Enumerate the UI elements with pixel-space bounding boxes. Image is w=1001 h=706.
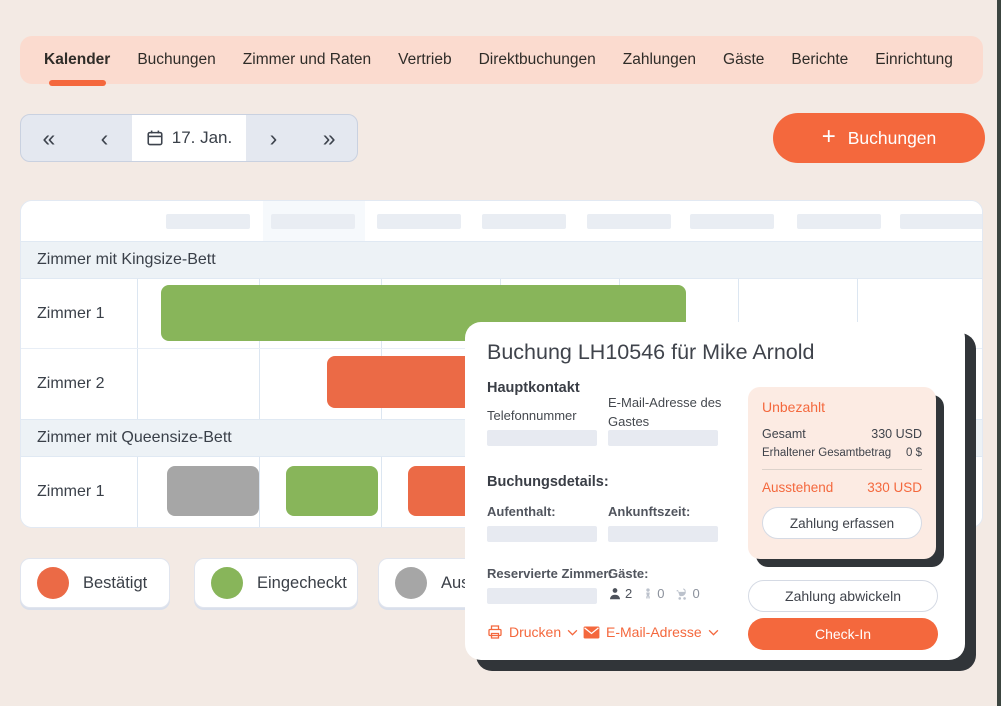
rooms-value-placeholder — [487, 588, 597, 604]
total-row: Gesamt 330 USD — [762, 427, 922, 441]
date-placeholder — [271, 214, 355, 229]
room-label: Zimmer 1 — [37, 483, 105, 500]
tab-gaeste[interactable]: Gäste — [723, 51, 764, 69]
prev-day-button[interactable]: ‹ — [77, 115, 133, 161]
booking-bar-checked-out[interactable] — [167, 466, 259, 516]
legend-item-confirmed: Bestätigt — [20, 558, 170, 608]
next-day-button[interactable]: › — [246, 115, 302, 161]
received-row: Erhaltener Gesamtbetrag 0 $ — [762, 447, 922, 459]
tab-label: Kalender — [44, 51, 111, 68]
reserved-rooms-label: Reservierte Zimmer: — [487, 566, 613, 581]
screen-edge-strip — [997, 0, 1001, 706]
room-label: Zimmer 1 — [37, 304, 105, 322]
infant-count: 0 — [692, 586, 700, 601]
date-placeholder — [587, 214, 671, 229]
arrival-value-placeholder — [608, 526, 718, 542]
outstanding-row: Ausstehend 330 USD — [762, 480, 922, 495]
date-placeholder — [166, 214, 250, 229]
adult-icon — [608, 587, 622, 601]
email-dropdown-label: E-Mail-Adresse — [606, 624, 702, 640]
plus-icon: + — [821, 123, 836, 150]
arrival-time-label: Ankunftszeit: — [608, 504, 691, 519]
date-placeholder — [690, 214, 774, 229]
date-placeholder — [900, 214, 982, 229]
outstanding-value: 330 USD — [867, 480, 922, 495]
envelope-icon — [583, 625, 600, 639]
tab-einrichtung[interactable]: Einrichtung — [875, 51, 953, 69]
add-booking-button[interactable]: + Buchungen — [773, 113, 985, 163]
record-payment-button[interactable]: Zahlung erfassen — [762, 507, 922, 539]
legend-label: Bestätigt — [83, 573, 148, 592]
room-group-kingsize: Zimmer mit Kingsize-Bett — [21, 241, 982, 279]
phone-value-placeholder — [487, 430, 597, 446]
grid-date-header — [21, 201, 982, 241]
checked-out-color-dot — [395, 567, 427, 599]
email-value-placeholder — [608, 430, 718, 446]
email-dropdown[interactable]: E-Mail-Adresse — [583, 624, 719, 640]
app-window: Kalender Buchungen Zimmer und Raten Vert… — [0, 0, 1001, 706]
total-value: 330 USD — [871, 427, 922, 441]
date-placeholder — [377, 214, 461, 229]
booking-bar-checked-in[interactable] — [286, 466, 378, 516]
adult-guests: 2 — [608, 586, 632, 601]
date-navigation: « ‹ 17. Jan. › » — [20, 114, 358, 162]
legend-label: Eingecheckt — [257, 573, 347, 592]
printer-icon — [487, 624, 503, 640]
infant-guests: 0 — [674, 586, 700, 601]
main-contact-heading: Hauptkontakt — [487, 380, 580, 396]
adult-count: 2 — [625, 586, 633, 601]
outstanding-label: Ausstehend — [762, 480, 834, 495]
legend-item-checked-in: Eingecheckt — [194, 558, 358, 608]
add-booking-label: Buchungen — [847, 127, 937, 148]
print-dropdown[interactable]: Drucken — [487, 624, 578, 640]
jump-first-button[interactable]: « — [21, 115, 77, 161]
date-picker[interactable]: 17. Jan. — [132, 115, 246, 161]
total-label: Gesamt — [762, 427, 806, 441]
received-value: 0 $ — [906, 447, 922, 459]
date-placeholder — [482, 214, 566, 229]
active-tab-underline — [48, 80, 106, 86]
jump-last-button[interactable]: » — [301, 115, 357, 161]
top-navigation: Kalender Buchungen Zimmer und Raten Vert… — [20, 36, 983, 86]
guests-label: Gäste: — [608, 566, 649, 581]
phone-label: Telefonnummer — [487, 408, 577, 423]
tab-direktbuchungen[interactable]: Direktbuchungen — [479, 51, 596, 69]
tab-zimmer-und-raten[interactable]: Zimmer und Raten — [243, 51, 371, 69]
checked-in-color-dot — [211, 567, 243, 599]
child-count: 0 — [657, 586, 665, 601]
payment-summary-card: Unbezahlt Gesamt 330 USD Erhaltener Gesa… — [748, 387, 936, 559]
print-label: Drucken — [509, 624, 562, 640]
child-icon — [642, 587, 654, 600]
tab-buchungen[interactable]: Buchungen — [137, 51, 215, 69]
tab-kalender[interactable]: Kalender — [44, 51, 111, 86]
child-guests: 0 — [642, 586, 664, 601]
process-payment-button[interactable]: Zahlung abwickeln — [748, 580, 938, 612]
email-label: E-Mail-Adresse des Gastes — [608, 395, 722, 429]
date-placeholder — [797, 214, 881, 229]
stay-label: Aufenthalt: — [487, 504, 556, 519]
received-label: Erhaltener Gesamtbetrag — [762, 447, 892, 459]
check-in-button[interactable]: Check-In — [748, 618, 938, 650]
divider — [762, 469, 922, 470]
confirmed-color-dot — [37, 567, 69, 599]
calendar-icon — [146, 129, 164, 147]
tab-zahlungen[interactable]: Zahlungen — [623, 51, 696, 69]
booking-details-modal: Buchung LH10546 für Mike Arnold Hauptkon… — [465, 322, 965, 660]
guest-counts: 2 0 0 — [608, 586, 700, 601]
booking-details-heading: Buchungsdetails: — [487, 474, 609, 490]
tab-vertrieb[interactable]: Vertrieb — [398, 51, 451, 69]
chevron-down-icon — [708, 629, 719, 636]
stay-value-placeholder — [487, 526, 597, 542]
modal-title: Buchung LH10546 für Mike Arnold — [487, 340, 815, 364]
tab-berichte[interactable]: Berichte — [791, 51, 848, 69]
payment-status-badge: Unbezahlt — [762, 399, 826, 415]
date-label: 17. Jan. — [171, 128, 233, 147]
chevron-down-icon — [567, 629, 578, 636]
room-label: Zimmer 2 — [37, 375, 105, 392]
stroller-icon — [674, 587, 689, 601]
